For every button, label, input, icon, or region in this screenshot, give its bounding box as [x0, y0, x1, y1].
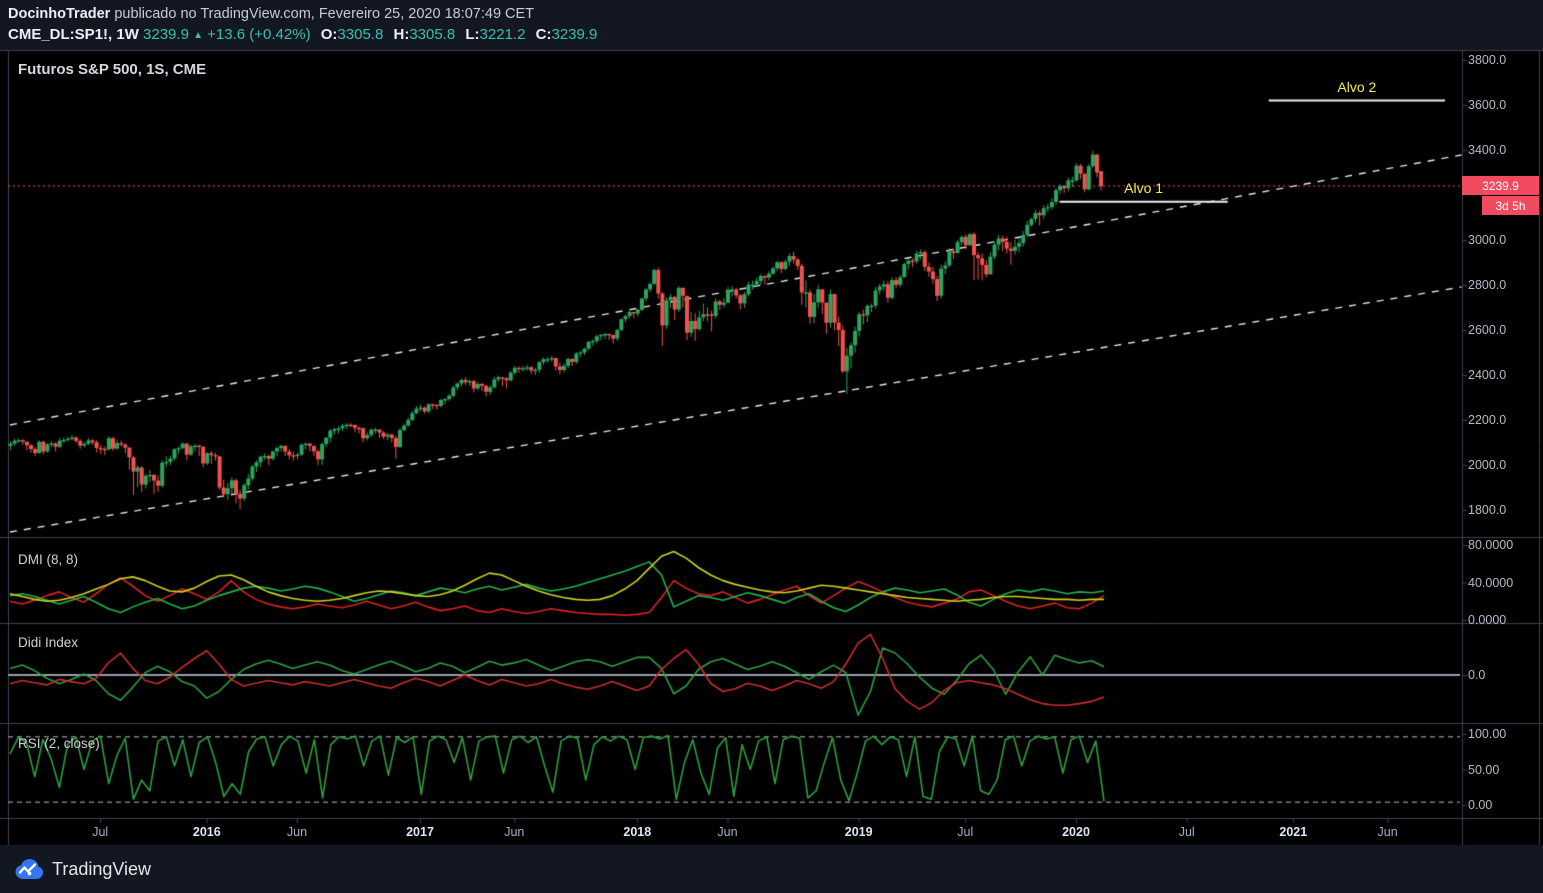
time-tick-label: Jun — [504, 825, 525, 839]
axis-tick-label: 2000.0 — [1468, 458, 1507, 472]
close-value: 3239.9 — [551, 26, 598, 43]
time-tick-label: 2016 — [192, 825, 221, 839]
up-arrow-icon: ▲ — [193, 30, 203, 41]
current-price-badge: 3239.9 — [1462, 176, 1539, 196]
axis-tick-label: 2800.0 — [1468, 278, 1507, 292]
open-value: 3305.8 — [337, 26, 384, 43]
axis-tick-label: 2400.0 — [1468, 368, 1507, 382]
axis-tick-label: 0.0 — [1468, 668, 1486, 682]
time-tick-label: 2021 — [1279, 825, 1308, 839]
axis-tick-label: 2600.0 — [1468, 323, 1507, 337]
low-value: 3221.2 — [479, 26, 526, 43]
open-label: O: — [320, 26, 338, 43]
high-label: H: — [393, 26, 410, 43]
didi-pane-label: Didi Index — [18, 635, 79, 650]
axis-tick-label: 0.0000 — [1468, 613, 1507, 627]
symbol-interval[interactable]: CME_DL:SP1!, 1W — [8, 26, 139, 43]
axis-tick-label: 80.0000 — [1468, 538, 1514, 552]
chart-region: Futuros S&P 500, 1S, CME DMI (8, 8) Didi… — [0, 0, 1543, 893]
time-tick-label: 2019 — [844, 825, 873, 839]
time-tick-label: Jun — [286, 825, 308, 839]
axis-tick-label: 3800.0 — [1468, 53, 1507, 67]
symbol-line: CME_DL:SP1!, 1W 3239.9 ▲ +13.6 (+0.42%) … — [8, 26, 597, 43]
chart-title: Futuros S&P 500, 1S, CME — [18, 61, 207, 78]
time-tick-label: Jul — [1178, 825, 1195, 839]
axis-tick-label: 50.00 — [1468, 762, 1500, 777]
time-tick-label: 2020 — [1062, 825, 1090, 839]
axis-tick-label: 3400.0 — [1468, 143, 1507, 157]
dmi-pane-label: DMI (8, 8) — [18, 552, 79, 567]
price-target-label[interactable]: Alvo 2 — [1337, 79, 1376, 95]
bar-countdown-badge: 3d 5h — [1482, 196, 1539, 216]
time-tick-label: 2018 — [623, 825, 652, 839]
axis-tick-label: 1800.0 — [1468, 503, 1507, 517]
axis-tick-label: 3600.0 — [1468, 98, 1507, 112]
last-price: 3239.9 — [143, 26, 189, 43]
axis-tick-label: 100.00 — [1468, 727, 1507, 741]
header: DocinhoTrader publicado no TradingView.c… — [0, 0, 1543, 48]
time-tick-label: Jul — [957, 825, 974, 839]
tradingview-snapshot: Futuros S&P 500, 1S, CME DMI (8, 8) Didi… — [0, 0, 1543, 893]
high-value: 3305.8 — [409, 26, 456, 43]
tradingview-logo-icon[interactable] — [14, 858, 44, 880]
time-tick-label: Jul — [92, 825, 109, 839]
brand-name[interactable]: TradingView — [52, 859, 151, 880]
footer: TradingView — [0, 845, 1543, 893]
time-tick-label: Jun — [717, 825, 738, 839]
publish-info: publicado no TradingView.com, Fevereiro … — [110, 6, 535, 22]
author-name: DocinhoTrader — [8, 6, 111, 22]
axis-tick-label: 2200.0 — [1468, 413, 1507, 427]
byline: DocinhoTrader publicado no TradingView.c… — [8, 6, 534, 22]
price-target-label[interactable]: Alvo 1 — [1124, 180, 1163, 196]
time-tick-label: 2017 — [406, 825, 434, 839]
axis-tick-label: 3000.0 — [1468, 233, 1507, 247]
axis-tick-label: 40.0000 — [1468, 575, 1514, 590]
axis-tick-label: 0.00 — [1468, 798, 1493, 812]
rsi-pane-label: RSI (2, close) — [18, 736, 100, 751]
time-tick-label: Jun — [1377, 825, 1398, 839]
low-label: L: — [465, 26, 480, 43]
close-label: C: — [535, 26, 552, 43]
price-change: +13.6 (+0.42%) — [207, 26, 311, 43]
chart-canvas[interactable] — [0, 0, 1543, 893]
